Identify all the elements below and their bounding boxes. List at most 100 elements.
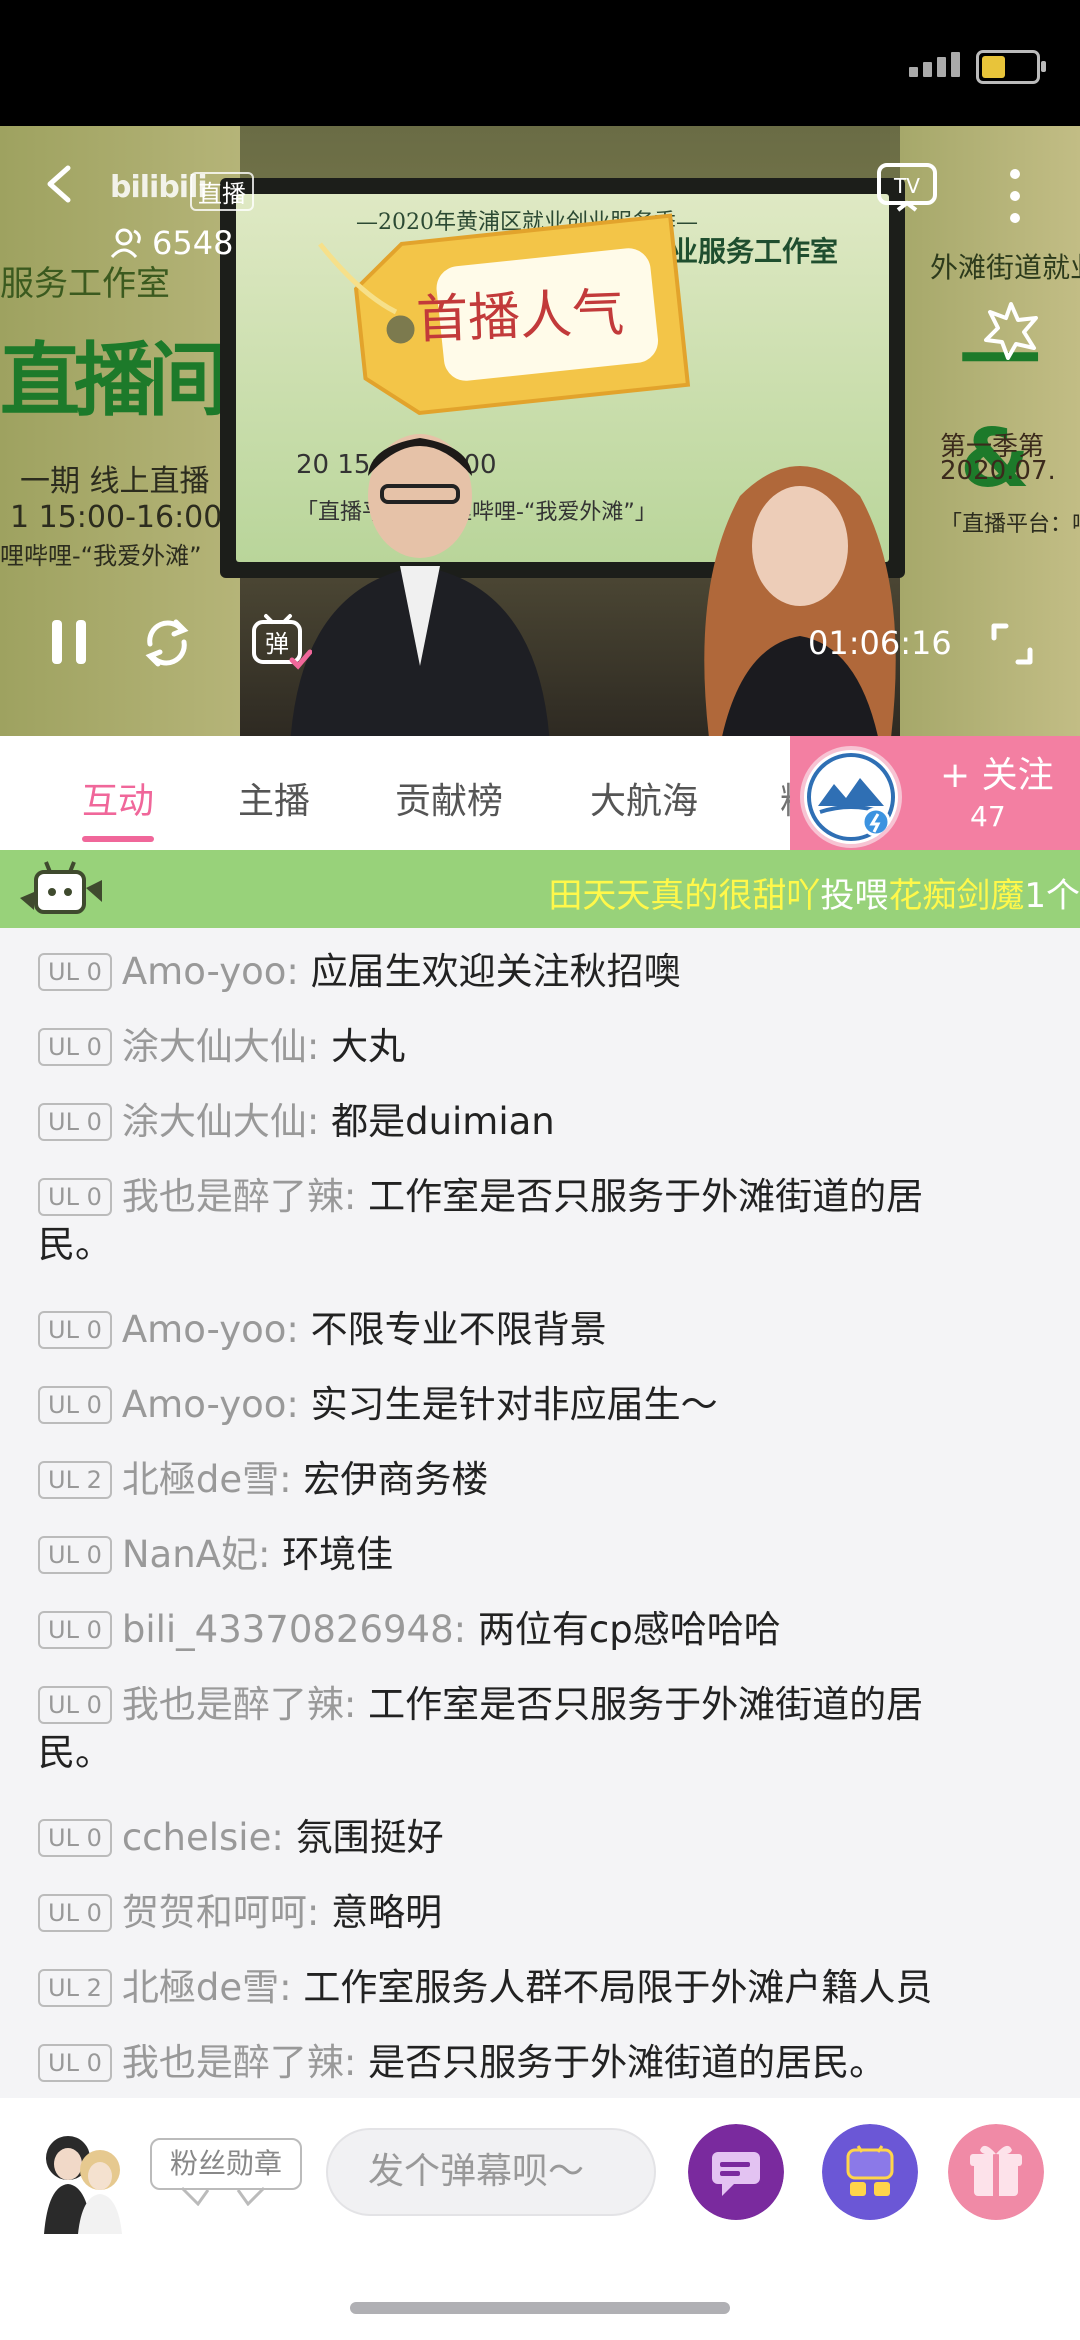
chat-username[interactable]: 贺贺和呵呵: — [122, 1891, 319, 1934]
active-tab-indicator — [82, 836, 154, 842]
chat-text: 工作室是否只服务于外滩街道的居 — [368, 1683, 924, 1726]
tab-guard[interactable]: 大航海 — [590, 772, 698, 824]
people-icon — [110, 228, 141, 259]
chat-message: UL 0 Amo-yoo: 应届生欢迎关注秋招噢 — [38, 948, 1048, 996]
tab-contribution-rank[interactable]: 贡献榜 — [395, 772, 503, 824]
chat-message: UL 0 涂大仙大仙: 大丸 — [38, 1023, 1048, 1071]
gift-notification-banner: 田天天真的很甜吖投喂花痴剑魔1个 — [0, 850, 1080, 928]
user-level-badge: UL 0 — [38, 953, 112, 991]
chat-username[interactable]: 我也是醉了辣: — [122, 2041, 356, 2084]
chat-message: UL 0 NanA妃: 环境佳 — [38, 1531, 1048, 1579]
chat-message: UL 0 我也是醉了辣: 是否只服务于外滩街道的居民。 — [38, 2039, 1048, 2087]
user-level-badge: UL 0 — [38, 1686, 112, 1724]
chat-text: 氛围挺好 — [295, 1816, 444, 1859]
chat-username[interactable]: Amo-yoo: — [122, 1383, 299, 1426]
chat-username[interactable]: 我也是醉了辣: — [122, 1683, 356, 1726]
refresh-icon[interactable] — [138, 614, 196, 672]
live-video-player[interactable]: 服务工作室 直播间 一期 线上直播 1 15:00-16:00 哩哔哩-“我爱外… — [0, 126, 1080, 736]
viewer-count: 6548 — [110, 224, 233, 262]
chat-message: UL 0 bili_43370826948: 两位有cp感哈哈哈 — [38, 1606, 1048, 1654]
gift-icon[interactable] — [948, 2124, 1044, 2220]
chat-text: 环境佳 — [282, 1533, 394, 1576]
banner-text: 一期 线上直播 — [20, 464, 210, 499]
viewer-count-value: 6548 — [152, 224, 234, 262]
chat-bubble-icon[interactable] — [688, 2124, 784, 2220]
more-vertical-icon[interactable] — [1000, 166, 1030, 226]
fullscreen-icon[interactable] — [990, 622, 1034, 666]
user-level-badge: UL 0 — [38, 1028, 112, 1066]
pause-icon[interactable] — [48, 618, 90, 666]
user-level-badge: UL 0 — [38, 1386, 112, 1424]
elapsed-time: 01:06:16 — [808, 624, 952, 662]
chat-text: 实习生是针对非应届生～ — [310, 1383, 718, 1426]
svg-text:弹: 弹 — [265, 630, 289, 658]
robot-mascot-icon — [20, 861, 102, 914]
tab-streamer[interactable]: 主播 — [238, 772, 310, 824]
user-level-badge: UL 2 — [38, 1461, 112, 1499]
user-level-badge: UL 0 — [38, 1819, 112, 1857]
chat-username[interactable]: 北極de雪: — [122, 1966, 292, 2009]
chat-username[interactable]: bili_43370826948: — [122, 1608, 466, 1651]
chat-message: UL 2 北極de雪: 工作室服务人群不局限于外滩户籍人员 — [38, 1964, 1048, 2012]
gift-name: 花痴剑魔 — [888, 876, 1025, 916]
tab-interaction[interactable]: 互动 — [82, 772, 154, 824]
chat-message: UL 0 Amo-yoo: 不限专业不限背景 — [38, 1306, 1048, 1354]
chat-message: UL 2 北極de雪: 宏伊商务楼 — [38, 1456, 1048, 1504]
user-level-badge: UL 0 — [38, 1536, 112, 1574]
chat-message: UL 0 Amo-yoo: 实习生是针对非应届生～ — [38, 1381, 1048, 1429]
tv-icon[interactable]: TV — [876, 162, 938, 212]
chat-text: 工作室服务人群不局限于外滩户籍人员 — [303, 1966, 933, 2009]
battery-icon — [976, 50, 1046, 84]
chat-text: 是否只服务于外滩街道的居民。 — [368, 2041, 887, 2084]
user-level-badge: UL 0 — [38, 1178, 112, 1216]
chevron-left-icon[interactable] — [40, 164, 80, 204]
user-level-badge: UL 0 — [38, 1894, 112, 1932]
chat-message: UL 0 我也是醉了辣: 工作室是否只服务于外滩街道的居民。 — [38, 1681, 1048, 1777]
chat-message: UL 0 我也是醉了辣: 工作室是否只服务于外滩街道的居 民。 — [38, 1173, 1048, 1269]
danmu-toggle-icon[interactable]: 弹 — [250, 612, 312, 674]
home-indicator[interactable] — [350, 2302, 730, 2314]
follower-count: 47 — [970, 800, 1006, 833]
gift-action: 投喂 — [820, 876, 889, 916]
chat-username[interactable]: Amo-yoo: — [122, 1308, 299, 1351]
chat-username[interactable]: 北極de雪: — [122, 1458, 292, 1501]
gift-sender: 田天天真的很甜吖 — [548, 876, 821, 916]
banner-text: 外滩街道就业 — [930, 251, 1080, 284]
chat-username[interactable]: cchelsie: — [122, 1816, 284, 1859]
user-level-badge: UL 0 — [38, 1611, 112, 1649]
user-level-badge: UL 2 — [38, 1969, 112, 2007]
chat-username[interactable]: 涂大仙大仙: — [122, 1100, 319, 1143]
star-burst-icon[interactable] — [980, 300, 1042, 360]
chat-username[interactable]: 我也是醉了辣: — [122, 1175, 356, 1218]
chat-text: 意略明 — [331, 1891, 443, 1934]
fan-medal-badge[interactable]: 粉丝勋章 — [150, 2138, 302, 2190]
svg-text:TV: TV — [893, 174, 920, 198]
chat-text: 不限专业不限背景 — [310, 1308, 607, 1351]
follow-button[interactable]: + 关注 47 — [790, 736, 1080, 850]
streamer-avatar[interactable] — [800, 746, 902, 848]
tab-bar: 互动 主播 贡献榜 大航海 粉 + 关注 47 — [0, 736, 1080, 850]
live-tag: 直播 — [190, 172, 254, 211]
chat-list[interactable]: UL 0 Amo-yoo: 应届生欢迎关注秋招噢 UL 0 涂大仙大仙: 大丸 UL… — [0, 928, 1080, 2098]
banner-text: 1 15:00-16:00 — [10, 500, 223, 535]
app-grid-icon[interactable] — [822, 2124, 918, 2220]
banner-big-text: 直播间 — [0, 334, 228, 427]
gift-message: 田天天真的很甜吖投喂花痴剑魔1个 — [548, 868, 1080, 917]
chat-text: 都是duimian — [331, 1100, 555, 1143]
banner-text: 2020.07. — [940, 456, 1056, 486]
chat-username[interactable]: Amo-yoo: — [122, 950, 299, 993]
chat-text: 工作室是否只服务于外滩街道的居 — [368, 1175, 924, 1218]
chat-text-continued: 民。 — [38, 1731, 112, 1774]
chat-text: 应届生欢迎关注秋招噢 — [310, 950, 681, 993]
danmu-input[interactable]: 发个弹幕呗～ — [326, 2128, 656, 2216]
chat-message: UL 0 贺贺和呵呵: 意略明 — [38, 1889, 1048, 1937]
follow-label: + 关注 — [940, 755, 1054, 796]
user-level-badge: UL 0 — [38, 2044, 112, 2082]
status-bar — [0, 0, 1080, 126]
host-female-image — [704, 466, 896, 736]
banner-text: 服务工作室 — [0, 264, 170, 304]
user-avatar[interactable] — [38, 2124, 124, 2234]
chat-username[interactable]: NanA妃: — [122, 1533, 271, 1576]
banner-text: 「直播平台：哔 — [940, 512, 1080, 537]
chat-username[interactable]: 涂大仙大仙: — [122, 1025, 319, 1068]
